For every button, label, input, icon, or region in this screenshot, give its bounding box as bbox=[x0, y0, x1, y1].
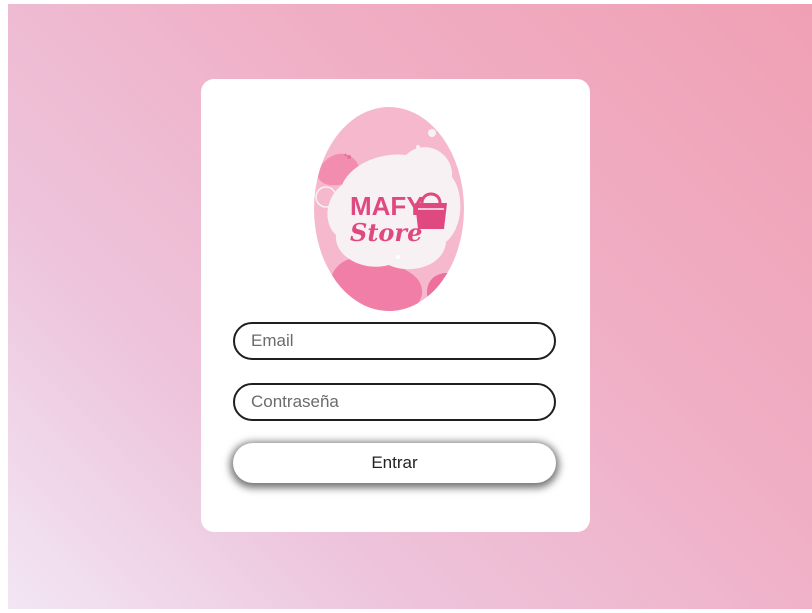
login-card: MAFY Store Entrar bbox=[201, 79, 590, 532]
logo-text-line2: Store bbox=[350, 218, 422, 247]
email-input[interactable] bbox=[233, 322, 556, 360]
store-logo: MAFY Store bbox=[314, 107, 464, 311]
password-input[interactable] bbox=[233, 383, 556, 421]
mafy-store-logo: MAFY Store bbox=[314, 107, 464, 311]
login-button[interactable]: Entrar bbox=[233, 443, 556, 483]
login-page-background: MAFY Store Entrar bbox=[8, 4, 812, 609]
logo-text-line1: MAFY bbox=[350, 191, 424, 221]
